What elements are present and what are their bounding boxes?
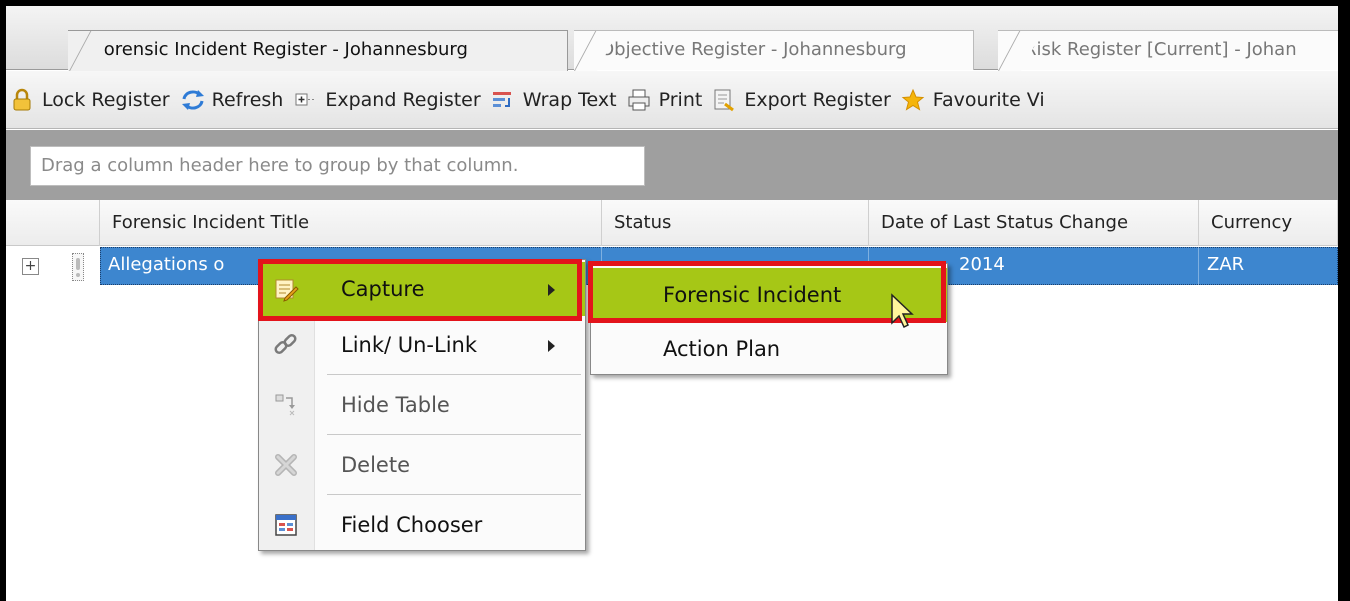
expand-register-label: Expand Register [325,88,481,111]
menu-item-hide-table[interactable]: Hide Table [259,378,585,432]
capture-icon [273,276,299,302]
menu-separator [327,374,581,375]
refresh-icon [180,88,204,112]
row-context-menu: Capture Link/ Un-Link Hide Table Delete [258,259,586,551]
print-label: Print [658,88,703,111]
export-register-label: Export Register [744,88,891,111]
submenu-arrow-icon [548,340,555,352]
menu-item-label: Capture [341,277,425,301]
group-by-panel[interactable]: Drag a column header here to group by th… [6,130,1338,200]
tab-forensic-incident-register[interactable]: Forensic Incident Register - Johannesbur… [68,30,568,72]
link-icon [273,332,299,358]
cell-currency[interactable]: ZAR [1199,247,1338,285]
star-icon [901,88,925,112]
hide-table-icon [273,392,299,418]
menu-item-field-chooser[interactable]: Field Chooser [259,498,585,552]
lock-register-button[interactable]: Lock Register [10,88,170,112]
app-window: Forensic Incident Register - Johannesbur… [0,0,1350,601]
frame-border-left [0,4,6,601]
refresh-label: Refresh [211,88,284,111]
menu-item-capture[interactable]: Capture [259,262,585,316]
priority-indicator-icon [72,253,84,281]
column-header-title[interactable]: Forensic Incident Title [100,200,602,246]
menu-item-label: Hide Table [341,393,450,417]
refresh-button[interactable]: Refresh [180,88,284,112]
column-header-row: Forensic Incident Title Status Date of L… [6,200,1338,246]
tab-strip: Forensic Incident Register - Johannesbur… [6,6,1343,72]
menu-item-delete[interactable]: Delete [259,438,585,492]
favourite-view-label: Favourite Vi [932,88,1045,111]
expand-row-button[interactable]: + [22,258,39,275]
wrap-text-button[interactable]: Wrap Text [491,88,617,112]
frame-border-top [0,0,1350,6]
tab-risk-register[interactable]: Risk Register [Current] - Johan [998,30,1343,70]
register-toolbar: Lock Register Refresh Expand Register Wr… [6,71,1338,129]
tab-label: Objective Register - Johannesburg [600,39,907,60]
menu-item-link-unlink[interactable]: Link/ Un-Link [259,318,585,372]
column-header-currency[interactable]: Currency [1199,200,1338,246]
field-chooser-icon [273,512,299,538]
export-register-button[interactable]: Export Register [712,88,891,112]
wrap-text-icon [491,88,515,112]
printer-icon [627,88,651,112]
expand-icon [293,88,317,112]
menu-item-label: Delete [341,453,410,477]
submenu-arrow-icon [548,284,555,296]
group-by-hint: Drag a column header here to group by th… [30,146,645,186]
menu-item-label: Link/ Un-Link [341,333,478,357]
tab-label: Forensic Incident Register - Johannesbur… [94,39,468,60]
lock-icon [10,88,34,112]
column-header-date[interactable]: Date of Last Status Change [869,200,1199,246]
expand-register-button[interactable]: Expand Register [293,88,481,112]
frame-border-right [1338,0,1350,601]
print-button[interactable]: Print [627,88,703,112]
mouse-pointer-icon [890,293,920,341]
delete-icon [273,452,299,478]
wrap-text-label: Wrap Text [522,88,617,111]
tab-label: Risk Register [Current] - Johan [1024,39,1297,60]
lock-register-label: Lock Register [42,88,170,111]
column-header-status[interactable]: Status [602,200,869,246]
submenu-item-label: Action Plan [663,337,781,361]
row-indicator-header [6,200,100,246]
export-icon [712,88,736,112]
favourite-view-button[interactable]: Favourite Vi [901,88,1045,112]
menu-separator [327,494,581,495]
menu-item-label: Field Chooser [341,513,483,537]
tab-objective-register[interactable]: Objective Register - Johannesburg [574,30,974,70]
menu-separator [327,434,581,435]
submenu-item-label: Forensic Incident [663,283,842,307]
